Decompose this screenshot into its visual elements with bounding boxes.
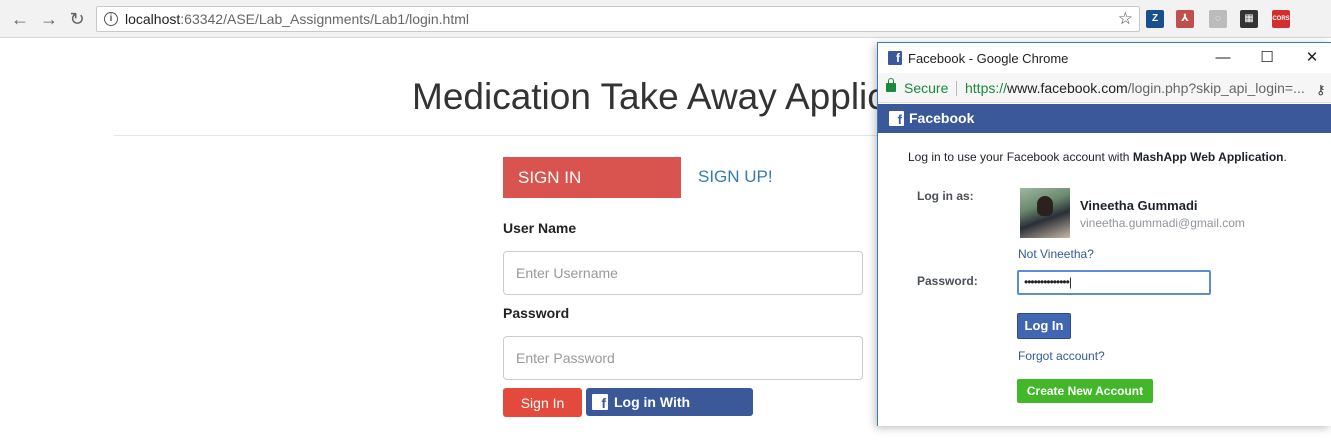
popup-titlebar: f Facebook - Google Chrome — ☐ ✕ [878, 43, 1331, 73]
fb-password-field[interactable]: ••••••••••••••| [1017, 270, 1211, 295]
title-divider [114, 135, 884, 136]
url-host: www.facebook.com [1007, 80, 1128, 96]
facebook-popup-window: f Facebook - Google Chrome — ☐ ✕ Secure … [877, 42, 1331, 426]
password-label: Password [503, 305, 570, 321]
intro-prefix: Log in to use your Facebook account with [908, 150, 1133, 164]
address-bar[interactable]: i localhost:63342/ASE/Lab_Assignments/La… [96, 6, 1140, 32]
fb-log-in-button[interactable]: Log In [1017, 313, 1071, 339]
address-separator [956, 81, 957, 96]
intro-suffix: . [1283, 150, 1287, 164]
url-scheme: https:// [965, 80, 1008, 96]
lock-icon [886, 78, 896, 92]
popup-url[interactable]: https://www.facebook.com/login.php?skip_… [965, 80, 1305, 96]
key-icon[interactable]: ⚷ [1316, 82, 1326, 98]
page-title: Medication Take Away Applic [412, 76, 886, 117]
facebook-icon: f [592, 394, 608, 410]
facebook-login-button[interactable]: f Log in With Facebook [586, 388, 753, 438]
create-account-button[interactable]: Create New Account [1017, 379, 1153, 403]
user-email: vineetha.gummadi@gmail.com [1080, 216, 1245, 230]
username-input[interactable] [503, 251, 863, 295]
pdf-icon[interactable]: ⅄ [1176, 10, 1194, 28]
close-icon[interactable]: ✕ [1292, 47, 1331, 69]
popup-window-title: Facebook - Google Chrome [908, 51, 1069, 66]
circle-ext-icon[interactable]: ◌ [1209, 10, 1227, 28]
url-path: :63342/ASE/Lab_Assignments/Lab1/login.ht… [180, 11, 470, 27]
forgot-account-link[interactable]: Forgot account? [1018, 349, 1105, 363]
password-input[interactable] [503, 336, 863, 380]
login-as-label: Log in as: [917, 189, 974, 203]
avatar [1020, 188, 1070, 238]
facebook-logo-icon: f [889, 111, 904, 126]
zotero-icon[interactable]: Z [1146, 10, 1164, 28]
bookmark-star-icon[interactable]: ☆ [1118, 9, 1133, 29]
tab-sign-up[interactable]: SIGN UP! [698, 167, 773, 187]
popup-address-bar[interactable]: Secure https://www.facebook.com/login.ph… [878, 73, 1331, 103]
forward-arrow-icon[interactable]: → [38, 8, 60, 30]
secure-label: Secure [904, 80, 949, 96]
intro-app-name: MashApp Web Application [1132, 150, 1284, 164]
user-name: Vineetha Gummadi [1080, 198, 1198, 213]
url-path: /login.php?skip_api_login=... [1127, 80, 1305, 96]
address-url[interactable]: localhost:63342/ASE/Lab_Assignments/Lab1… [125, 11, 469, 27]
back-arrow-icon[interactable]: ← [9, 8, 31, 30]
maximize-icon[interactable]: ☐ [1247, 47, 1287, 69]
reload-icon[interactable]: ↻ [66, 8, 88, 30]
browser-toolbar: ← → ↻ i localhost:63342/ASE/Lab_Assignme… [0, 0, 1331, 38]
not-user-link[interactable]: Not Vineetha? [1018, 247, 1094, 261]
facebook-favicon-icon: f [888, 51, 902, 65]
fb-password-label: Password: [917, 274, 978, 288]
minimize-icon[interactable]: — [1203, 47, 1243, 69]
username-label: User Name [503, 220, 577, 236]
tab-sign-in[interactable]: SIGN IN [503, 157, 681, 198]
clapper-icon[interactable]: ▦ [1240, 10, 1258, 28]
facebook-login-label: Log in With Facebook [614, 394, 691, 438]
login-intro-text: Log in to use your Facebook account with… [908, 150, 1287, 164]
facebook-header: f Facebook [878, 104, 1331, 133]
cors-icon[interactable]: CORS [1272, 10, 1290, 28]
facebook-header-title: Facebook [909, 110, 975, 126]
url-host: localhost [125, 11, 181, 27]
sign-in-button[interactable]: Sign In [503, 388, 582, 417]
info-icon[interactable]: i [104, 12, 118, 26]
